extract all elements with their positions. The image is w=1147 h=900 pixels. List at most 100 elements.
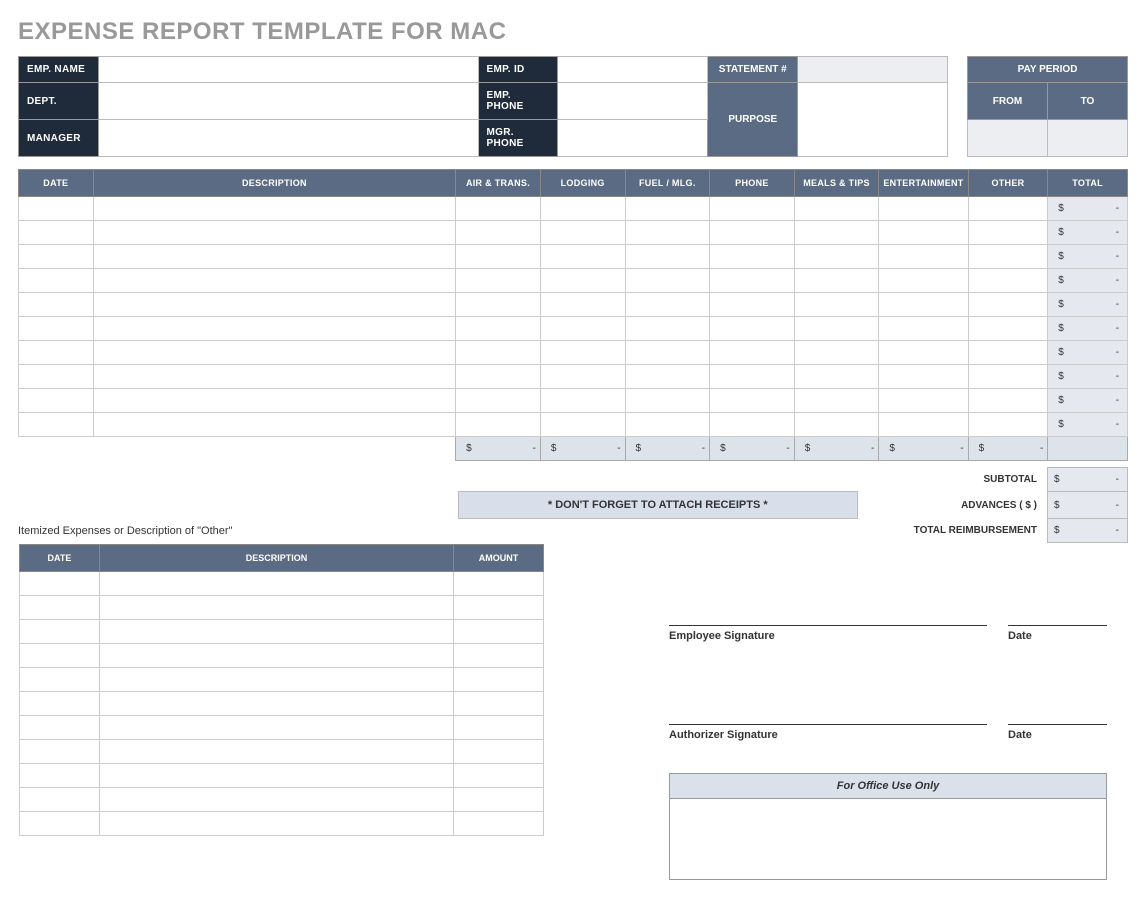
expense-cell[interactable] (540, 365, 625, 389)
expense-cell[interactable] (968, 413, 1048, 437)
itemized-cell[interactable] (99, 692, 453, 716)
expense-cell[interactable] (456, 413, 541, 437)
itemized-cell[interactable] (454, 740, 544, 764)
input-emp-phone[interactable] (558, 83, 708, 120)
expense-cell[interactable] (625, 197, 710, 221)
expense-cell[interactable] (968, 389, 1048, 413)
expense-cell[interactable] (968, 269, 1048, 293)
expense-cell[interactable] (19, 317, 94, 341)
expense-cell[interactable] (456, 293, 541, 317)
expense-cell[interactable] (540, 389, 625, 413)
itemized-cell[interactable] (20, 692, 100, 716)
expense-cell[interactable] (456, 197, 541, 221)
expense-cell[interactable] (540, 293, 625, 317)
expense-cell[interactable] (794, 317, 879, 341)
expense-cell[interactable] (794, 341, 879, 365)
expense-cell[interactable] (710, 413, 795, 437)
expense-cell[interactable] (19, 413, 94, 437)
expense-cell[interactable] (879, 221, 968, 245)
expense-cell[interactable] (879, 293, 968, 317)
expense-cell[interactable] (794, 389, 879, 413)
input-statement[interactable] (798, 57, 948, 83)
itemized-cell[interactable] (454, 764, 544, 788)
expense-cell[interactable] (456, 341, 541, 365)
itemized-cell[interactable] (99, 668, 453, 692)
itemized-cell[interactable] (99, 572, 453, 596)
input-manager[interactable] (98, 120, 478, 157)
expense-cell[interactable] (710, 341, 795, 365)
expense-cell[interactable] (710, 293, 795, 317)
expense-cell[interactable] (710, 317, 795, 341)
expense-cell[interactable] (93, 365, 456, 389)
expense-cell[interactable] (794, 293, 879, 317)
itemized-cell[interactable] (99, 812, 453, 836)
expense-cell[interactable] (19, 293, 94, 317)
expense-cell[interactable] (710, 221, 795, 245)
expense-cell[interactable] (456, 389, 541, 413)
itemized-cell[interactable] (454, 692, 544, 716)
expense-cell[interactable] (879, 413, 968, 437)
itemized-cell[interactable] (454, 620, 544, 644)
expense-cell[interactable] (456, 317, 541, 341)
itemized-cell[interactable] (20, 764, 100, 788)
expense-cell[interactable] (540, 197, 625, 221)
expense-cell[interactable] (879, 389, 968, 413)
expense-cell[interactable] (93, 389, 456, 413)
expense-cell[interactable] (625, 341, 710, 365)
expense-cell[interactable] (968, 317, 1048, 341)
itemized-cell[interactable] (20, 596, 100, 620)
expense-cell[interactable] (93, 221, 456, 245)
expense-cell[interactable] (540, 413, 625, 437)
expense-cell[interactable] (540, 341, 625, 365)
expense-cell[interactable] (794, 197, 879, 221)
expense-cell[interactable] (879, 245, 968, 269)
itemized-cell[interactable] (99, 596, 453, 620)
expense-cell[interactable] (93, 245, 456, 269)
expense-cell[interactable] (540, 317, 625, 341)
itemized-cell[interactable] (454, 812, 544, 836)
expense-cell[interactable] (19, 197, 94, 221)
expense-cell[interactable] (794, 365, 879, 389)
itemized-cell[interactable] (20, 668, 100, 692)
expense-cell[interactable] (710, 269, 795, 293)
value-advances[interactable]: $- (1048, 492, 1128, 519)
expense-cell[interactable] (625, 269, 710, 293)
expense-cell[interactable] (19, 221, 94, 245)
expense-cell[interactable] (794, 221, 879, 245)
expense-cell[interactable] (968, 245, 1048, 269)
input-mgr-phone[interactable] (558, 120, 708, 157)
expense-cell[interactable] (456, 245, 541, 269)
expense-cell[interactable] (794, 413, 879, 437)
itemized-cell[interactable] (20, 740, 100, 764)
expense-cell[interactable] (710, 389, 795, 413)
itemized-cell[interactable] (454, 668, 544, 692)
itemized-cell[interactable] (99, 788, 453, 812)
expense-cell[interactable] (19, 389, 94, 413)
input-dept[interactable] (98, 83, 478, 120)
office-use-body[interactable] (670, 799, 1106, 879)
expense-cell[interactable] (93, 269, 456, 293)
expense-cell[interactable] (625, 365, 710, 389)
expense-cell[interactable] (456, 221, 541, 245)
itemized-cell[interactable] (20, 788, 100, 812)
expense-cell[interactable] (93, 317, 456, 341)
expense-cell[interactable] (879, 197, 968, 221)
itemized-cell[interactable] (454, 572, 544, 596)
input-emp-name[interactable] (98, 57, 478, 83)
expense-cell[interactable] (456, 269, 541, 293)
expense-cell[interactable] (93, 293, 456, 317)
itemized-cell[interactable] (20, 716, 100, 740)
itemized-cell[interactable] (454, 596, 544, 620)
expense-cell[interactable] (93, 197, 456, 221)
itemized-cell[interactable] (99, 740, 453, 764)
expense-cell[interactable] (540, 245, 625, 269)
expense-cell[interactable] (625, 221, 710, 245)
expense-cell[interactable] (93, 413, 456, 437)
itemized-cell[interactable] (454, 788, 544, 812)
expense-cell[interactable] (456, 365, 541, 389)
expense-cell[interactable] (794, 245, 879, 269)
expense-cell[interactable] (540, 269, 625, 293)
expense-cell[interactable] (19, 269, 94, 293)
expense-cell[interactable] (19, 341, 94, 365)
expense-cell[interactable] (968, 365, 1048, 389)
